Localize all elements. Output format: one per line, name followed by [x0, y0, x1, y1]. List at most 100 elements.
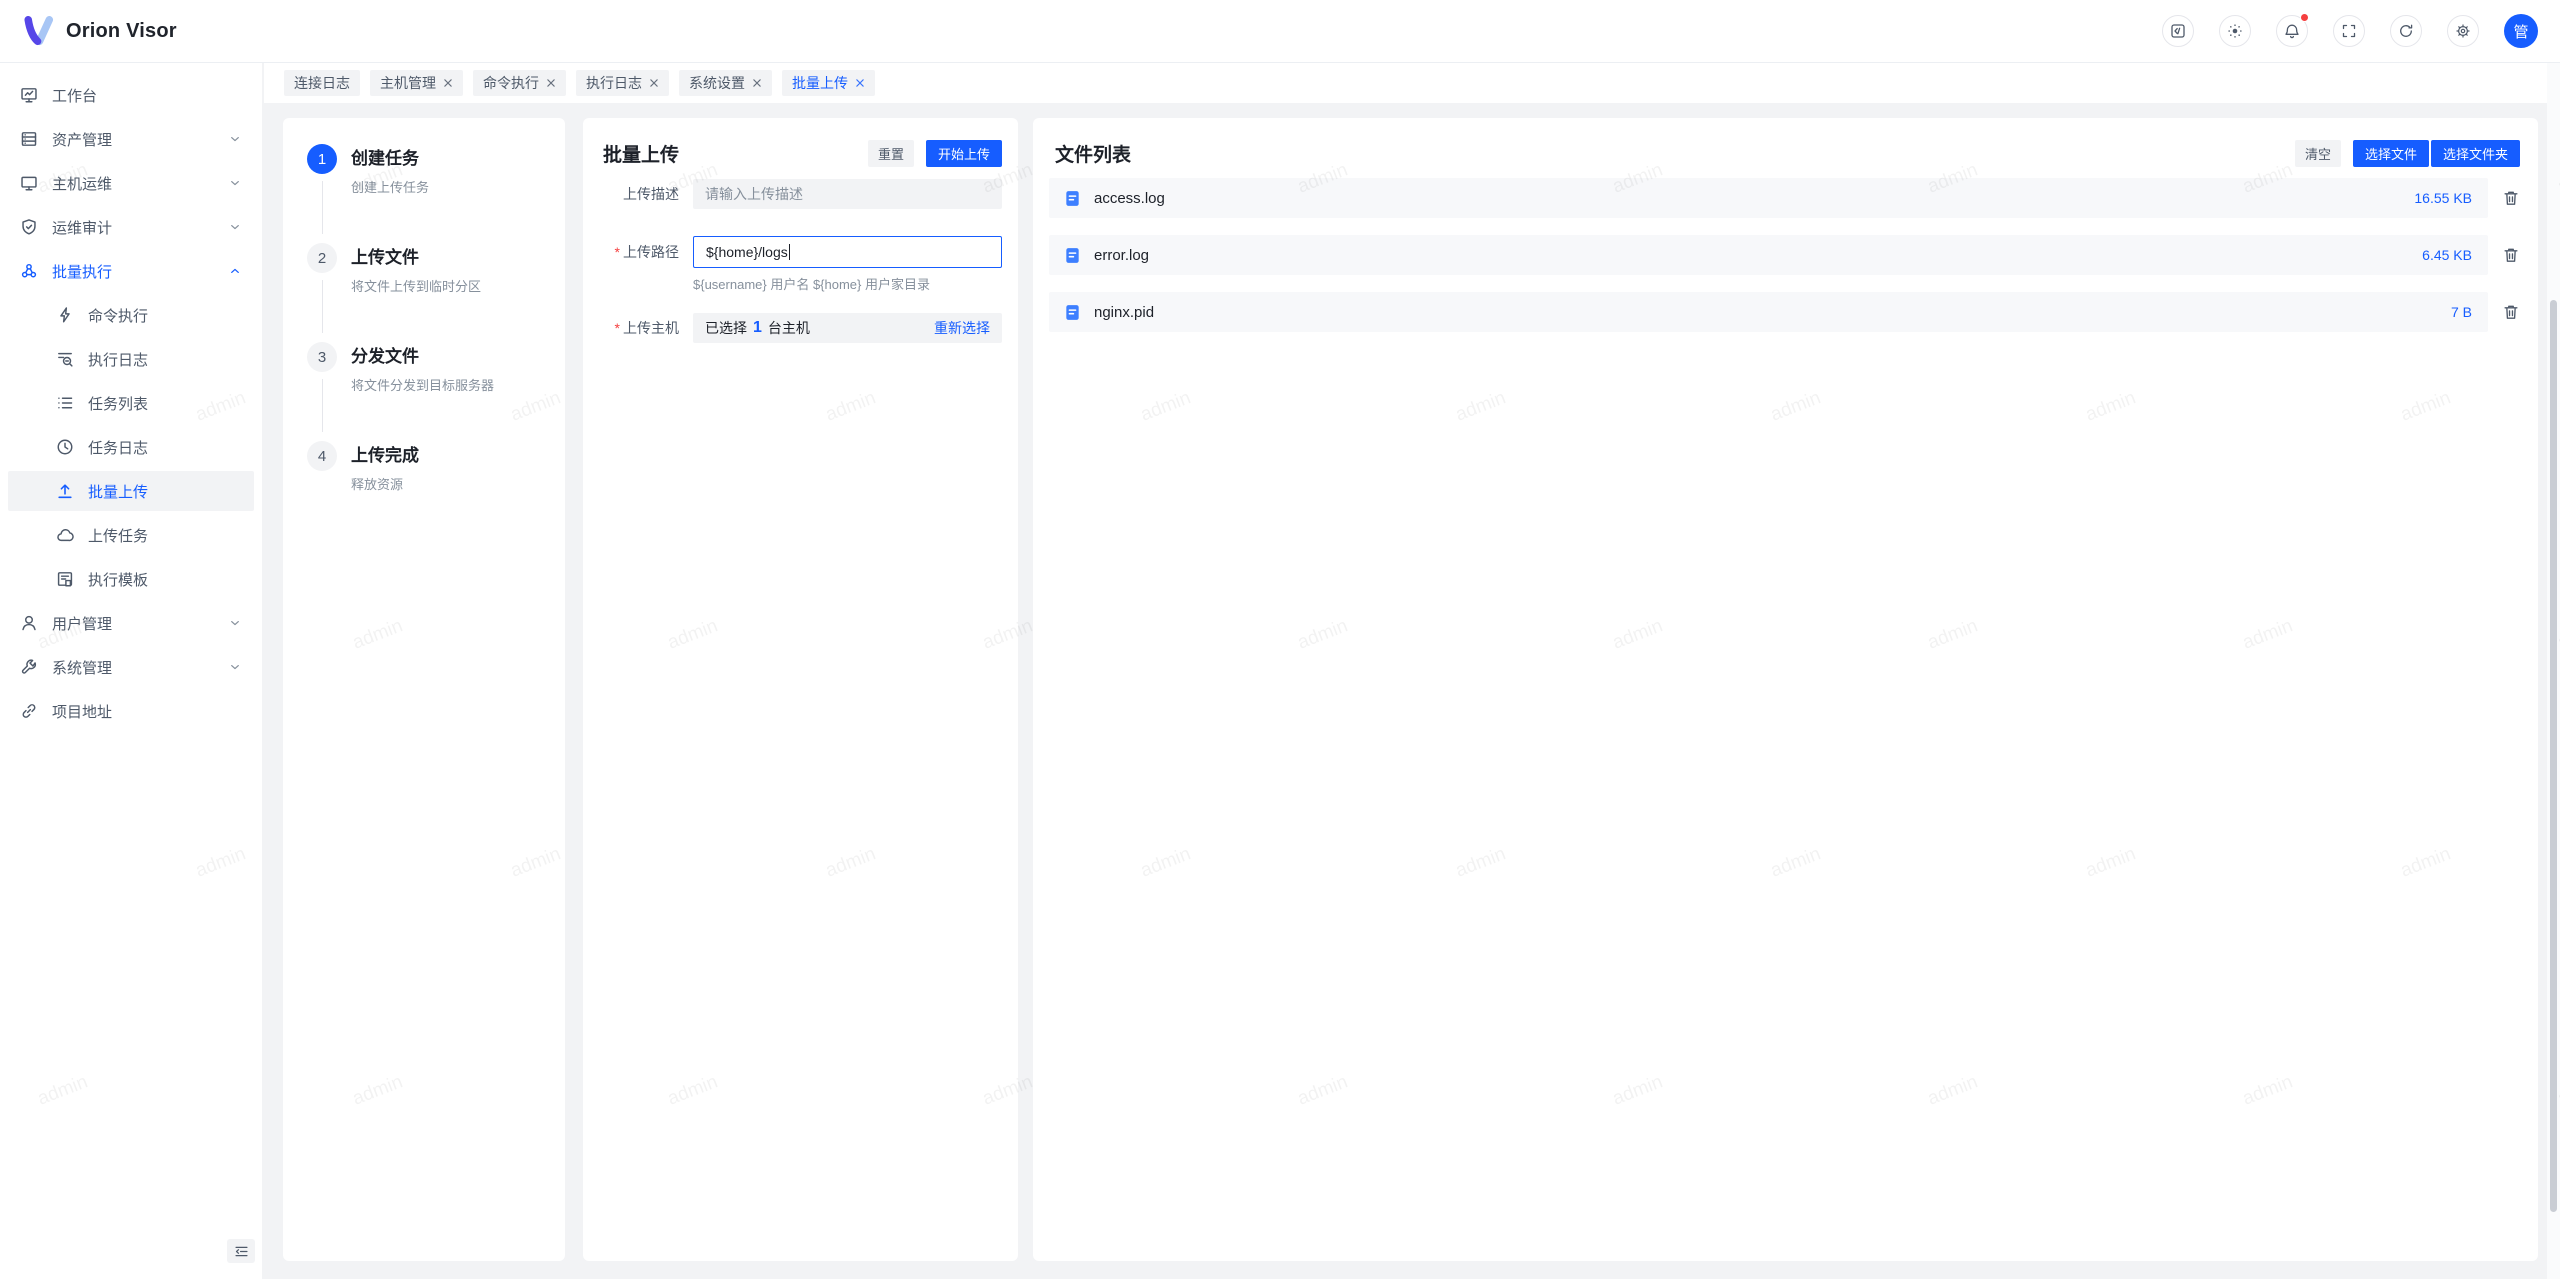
page-scrollbar-track [2547, 63, 2560, 1279]
text-caret [789, 244, 791, 260]
file-size: 16.55 KB [2414, 190, 2472, 206]
header-actions: 管 [2162, 14, 2538, 48]
user-icon [20, 614, 38, 632]
chevron-down-icon [228, 220, 242, 234]
select-file-button[interactable]: 选择文件 [2353, 140, 2429, 167]
tab-connection-log[interactable]: 连接日志 [284, 70, 360, 96]
cluster-icon [20, 262, 38, 280]
reset-button[interactable]: 重置 [868, 140, 914, 167]
cloud-icon [56, 526, 74, 544]
step-upload-file: 2 上传文件 将文件上传到临时分区 [307, 243, 541, 342]
close-icon[interactable] [855, 78, 865, 88]
list-icon [56, 394, 74, 412]
sidebar-item-label: 用户管理 [52, 613, 112, 634]
user-avatar[interactable]: 管 [2504, 14, 2538, 48]
file-icon [1063, 246, 1082, 265]
tab-label: 系统设置 [689, 73, 745, 93]
asset-icon [20, 130, 38, 148]
settings-button[interactable] [2447, 15, 2479, 47]
shield-check-icon [20, 218, 38, 236]
step-number: 4 [307, 441, 337, 471]
tab-host-management[interactable]: 主机管理 [370, 70, 463, 96]
file-row-wrap: error.log 6.45 KB [1049, 235, 2520, 275]
start-upload-button[interactable]: 开始上传 [926, 140, 1002, 167]
delete-file-button[interactable] [2502, 246, 2520, 264]
step-title: 上传文件 [351, 248, 419, 267]
code-window-button[interactable] [2162, 15, 2194, 47]
close-icon[interactable] [546, 78, 556, 88]
tab-label: 连接日志 [294, 73, 350, 93]
step-title: 创建任务 [351, 149, 419, 168]
step-connector [322, 280, 323, 333]
batch-upload-panel: 批量上传 重置 开始上传 上传描述 请输入上传描述 上传路径 ${home}/l… [583, 118, 1018, 1261]
sidebar-item-label: 批量上传 [88, 481, 148, 502]
upload-hosts-label: 上传主机 [583, 318, 679, 338]
sidebar-item-host-ops[interactable]: 主机运维 [8, 163, 254, 203]
menu-fold-icon [234, 1244, 249, 1259]
sidebar-item-task-log[interactable]: 任务日志 [8, 427, 254, 467]
delete-file-button[interactable] [2502, 303, 2520, 321]
reselect-hosts-link[interactable]: 重新选择 [934, 318, 990, 338]
hosts-selected-count: 1 [753, 319, 762, 337]
upload-path-input[interactable]: ${home}/logs [693, 236, 1002, 268]
sidebar-item-asset-management[interactable]: 资产管理 [8, 119, 254, 159]
tab-label: 主机管理 [380, 73, 436, 93]
sidebar-item-label: 项目地址 [52, 701, 112, 722]
notification-dot [2300, 13, 2309, 22]
clear-files-button[interactable]: 清空 [2295, 140, 2341, 167]
refresh-button[interactable] [2390, 15, 2422, 47]
sun-icon [2227, 23, 2243, 39]
chevron-down-icon [228, 660, 242, 674]
sidebar-item-command-exec[interactable]: 命令执行 [8, 295, 254, 335]
select-folder-button[interactable]: 选择文件夹 [2431, 140, 2520, 167]
logo-icon [22, 16, 56, 46]
upload-path-label: 上传路径 [583, 242, 679, 262]
sidebar-item-batch-execution[interactable]: 批量执行 [8, 251, 254, 291]
fullscreen-button[interactable] [2333, 15, 2365, 47]
upload-description-input[interactable]: 请输入上传描述 [693, 179, 1002, 209]
chevron-up-icon [228, 264, 242, 278]
notifications-button[interactable] [2276, 15, 2308, 47]
close-icon[interactable] [752, 78, 762, 88]
file-size: 7 B [2451, 304, 2472, 320]
sidebar-item-label: 工作台 [52, 85, 97, 106]
tab-batch-upload[interactable]: 批量上传 [782, 70, 875, 96]
step-description: 将文件上传到临时分区 [351, 276, 481, 295]
sidebar-collapse-button[interactable] [227, 1239, 255, 1263]
hosts-selected-suffix: 台主机 [768, 318, 810, 338]
file-row-wrap: nginx.pid 7 B [1049, 292, 2520, 332]
sidebar-item-project-url[interactable]: 项目地址 [8, 691, 254, 731]
sidebar-item-exec-log[interactable]: 执行日志 [8, 339, 254, 379]
sidebar-item-exec-template[interactable]: 执行模板 [8, 559, 254, 599]
sidebar-item-batch-upload[interactable]: 批量上传 [8, 471, 254, 511]
sidebar-item-workbench[interactable]: 工作台 [8, 75, 254, 115]
batch-execution-submenu: 命令执行 执行日志 任务列表 任务日志 批量上传 [0, 295, 262, 599]
template-icon [56, 570, 74, 588]
tab-exec-log[interactable]: 执行日志 [576, 70, 669, 96]
close-icon[interactable] [649, 78, 659, 88]
file-name: access.log [1094, 190, 1165, 207]
clock-icon [56, 438, 74, 456]
wrench-icon [20, 658, 38, 676]
sidebar-item-ops-audit[interactable]: 运维审计 [8, 207, 254, 247]
panel-title: 批量上传 [603, 140, 679, 167]
page-scrollbar-thumb[interactable] [2550, 300, 2557, 1212]
file-name: nginx.pid [1094, 304, 1154, 321]
sidebar-item-system-management[interactable]: 系统管理 [8, 647, 254, 687]
sidebar-item-label: 任务列表 [88, 393, 148, 414]
delete-file-button[interactable] [2502, 189, 2520, 207]
search-log-icon [56, 350, 74, 368]
tab-command-exec[interactable]: 命令执行 [473, 70, 566, 96]
step-description: 将文件分发到目标服务器 [351, 375, 494, 394]
theme-toggle-button[interactable] [2219, 15, 2251, 47]
sidebar-item-user-management[interactable]: 用户管理 [8, 603, 254, 643]
sidebar-item-task-list[interactable]: 任务列表 [8, 383, 254, 423]
sidebar-item-upload-task[interactable]: 上传任务 [8, 515, 254, 555]
upload-description-label: 上传描述 [583, 184, 679, 204]
step-title: 上传完成 [351, 446, 419, 465]
fullscreen-icon [2341, 23, 2357, 39]
sidebar-item-label: 上传任务 [88, 525, 148, 546]
close-icon[interactable] [443, 78, 453, 88]
file-icon [1063, 189, 1082, 208]
tab-system-settings[interactable]: 系统设置 [679, 70, 772, 96]
